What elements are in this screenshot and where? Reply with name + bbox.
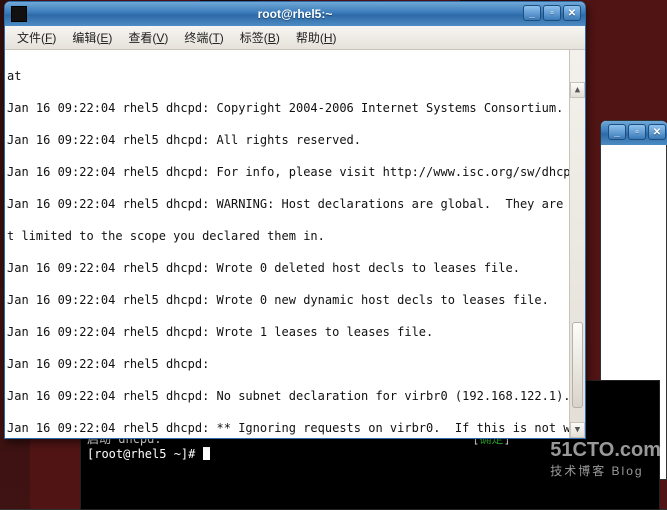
log-line: Jan 16 09:22:04 rhel5 dhcpd: No subnet d…: [7, 388, 583, 404]
bg-term-line: [root@rhel5 ~]#: [87, 447, 210, 461]
window-title: root@rhel5:~: [258, 7, 333, 21]
terminal-output[interactable]: at Jan 16 09:22:04 rhel5 dhcpd: Copyrigh…: [5, 50, 585, 438]
log-line: Jan 16 09:22:04 rhel5 dhcpd: Copyright 2…: [7, 100, 583, 116]
scroll-thumb[interactable]: [572, 322, 583, 407]
close-button[interactable]: ✕: [563, 5, 581, 21]
log-line: at: [7, 68, 583, 84]
menu-terminal[interactable]: 终端(T): [176, 27, 231, 48]
log-line: t limited to the scope you declared them…: [7, 228, 583, 244]
bgwin-close-button[interactable]: ✕: [648, 124, 666, 140]
log-line: Jan 16 09:22:04 rhel5 dhcpd:: [7, 356, 583, 372]
scroll-track[interactable]: [570, 66, 585, 422]
menu-bar: 文件(F) 编辑(E) 查看(V) 终端(T) 标签(B) 帮助(H): [5, 26, 585, 50]
log-line: Jan 16 09:22:04 rhel5 dhcpd: Wrote 1 lea…: [7, 324, 583, 340]
titlebar[interactable]: root@rhel5:~ _ ▫ ✕: [5, 2, 585, 26]
bgwin-maximize-button[interactable]: ▫: [628, 124, 646, 140]
log-line: Jan 16 09:22:04 rhel5 dhcpd: For info, p…: [7, 164, 583, 180]
maximize-button[interactable]: ▫: [543, 5, 561, 21]
menu-edit[interactable]: 编辑(E): [64, 27, 120, 48]
scroll-down-button[interactable]: ▼: [570, 422, 585, 438]
menu-tabs[interactable]: 标签(B): [232, 27, 288, 48]
log-line: Jan 16 09:22:04 rhel5 dhcpd: Wrote 0 del…: [7, 260, 583, 276]
log-line: Jan 16 09:22:04 rhel5 dhcpd: All rights …: [7, 132, 583, 148]
menu-view[interactable]: 查看(V): [120, 27, 176, 48]
terminal-app-icon: [11, 6, 27, 22]
scrollbar[interactable]: ▲ ▼: [569, 50, 585, 438]
bgwin-minimize-button[interactable]: _: [608, 124, 626, 140]
menu-help[interactable]: 帮助(H): [288, 27, 345, 48]
log-line: Jan 16 09:22:04 rhel5 dhcpd: Wrote 0 new…: [7, 292, 583, 308]
terminal-window: root@rhel5:~ _ ▫ ✕ 文件(F) 编辑(E) 查看(V) 终端(…: [4, 1, 586, 439]
menu-file[interactable]: 文件(F): [9, 27, 64, 48]
log-line: Jan 16 09:22:04 rhel5 dhcpd: ** Ignoring…: [7, 420, 583, 436]
minimize-button[interactable]: _: [523, 5, 541, 21]
log-line: Jan 16 09:22:04 rhel5 dhcpd: WARNING: Ho…: [7, 196, 583, 212]
